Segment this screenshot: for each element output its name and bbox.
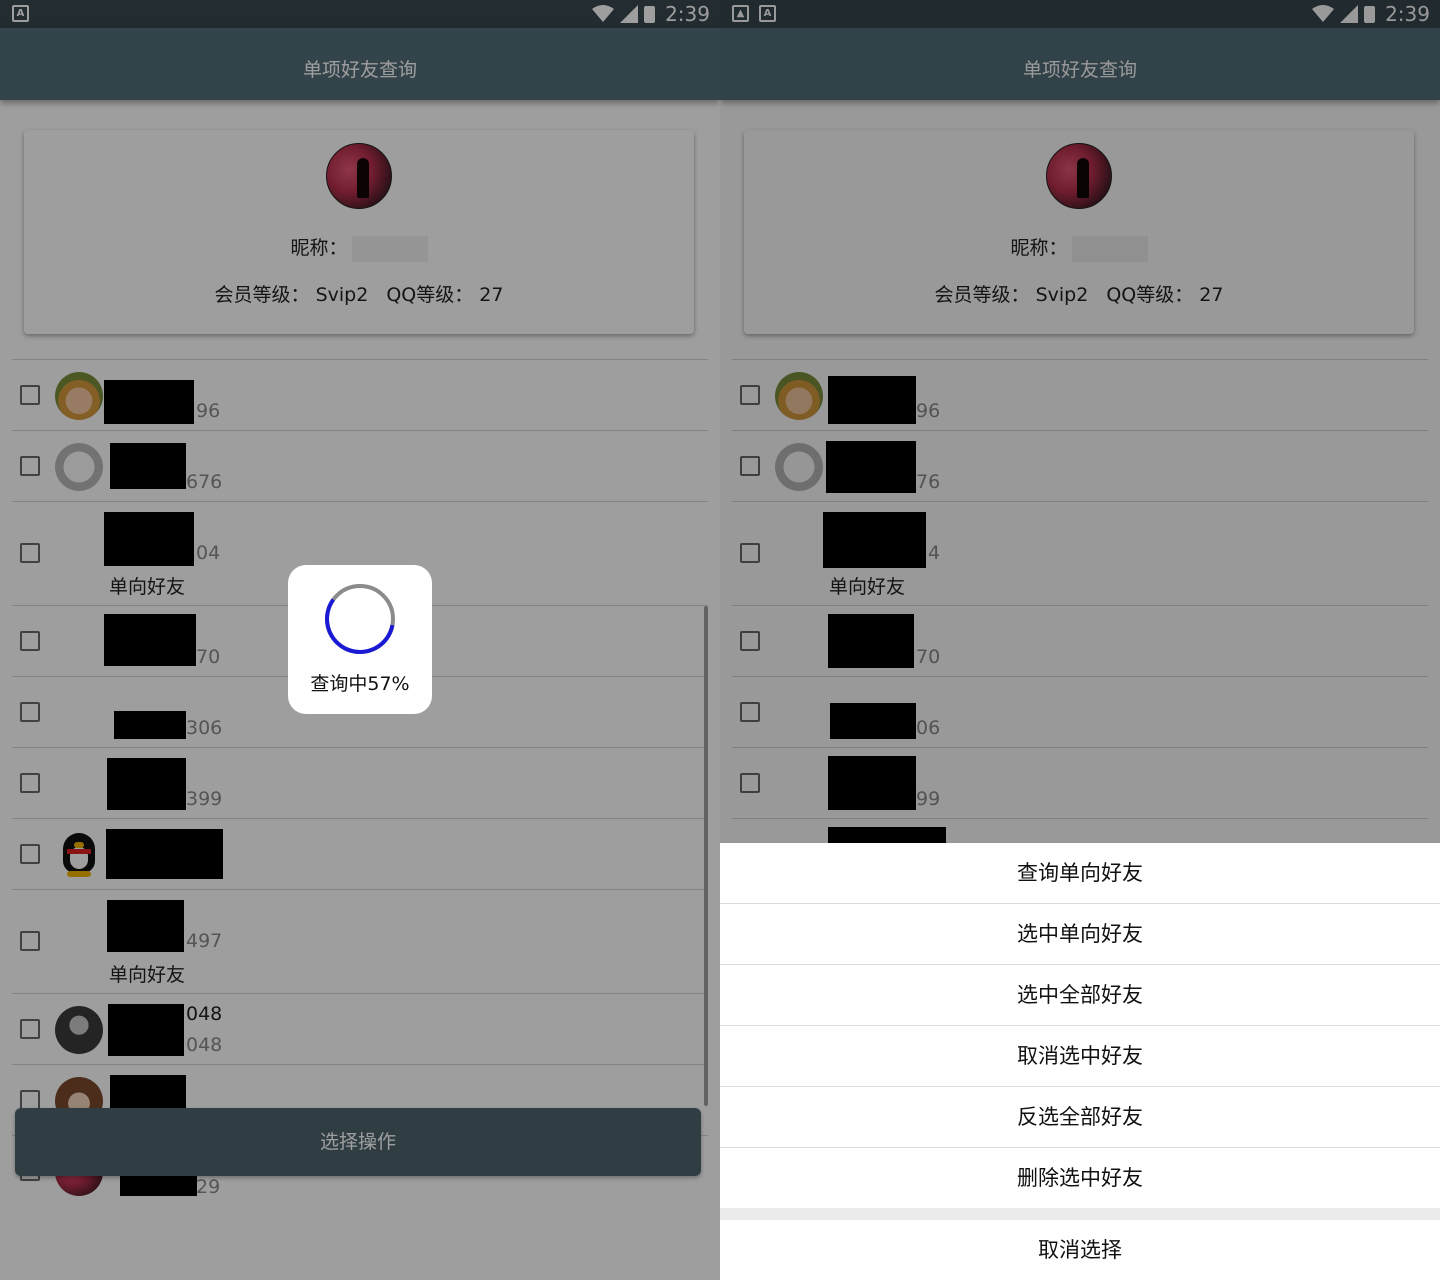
left-screen: A 2:39 单项好友查询 昵称： 会员等级： Svip2 QQ等级： 27 9… (0, 0, 720, 1280)
divider (720, 1025, 1440, 1026)
select-one-way-friends-option[interactable]: 选中单向好友 (720, 904, 1440, 964)
right-screen: ▲ A 2:39 单项好友查询 昵称： 会员等级：Svip2 QQ等级：27 (720, 0, 1440, 1280)
divider (720, 964, 1440, 965)
divider (720, 1147, 1440, 1148)
progress-arc (325, 598, 395, 654)
loading-text: 查询中57% (310, 673, 410, 695)
loading-spinner-icon (325, 584, 395, 654)
cancel-selection-button[interactable]: 取消选择 (720, 1220, 1440, 1280)
dim-overlay[interactable] (720, 0, 1440, 843)
loading-dialog: 查询中57% (288, 565, 432, 714)
divider (720, 903, 1440, 904)
query-one-way-friends-option[interactable]: 查询单向好友 (720, 843, 1440, 903)
deselect-friends-option[interactable]: 取消选中好友 (720, 1026, 1440, 1086)
invert-selection-option[interactable]: 反选全部好友 (720, 1087, 1440, 1147)
divider (720, 1086, 1440, 1087)
delete-selected-friends-option[interactable]: 删除选中好友 (720, 1148, 1440, 1208)
action-sheet: 查询单向好友 选中单向好友 选中全部好友 取消选中好友 反选全部好友 删除选中好… (720, 843, 1440, 1280)
select-all-friends-option[interactable]: 选中全部好友 (720, 965, 1440, 1025)
